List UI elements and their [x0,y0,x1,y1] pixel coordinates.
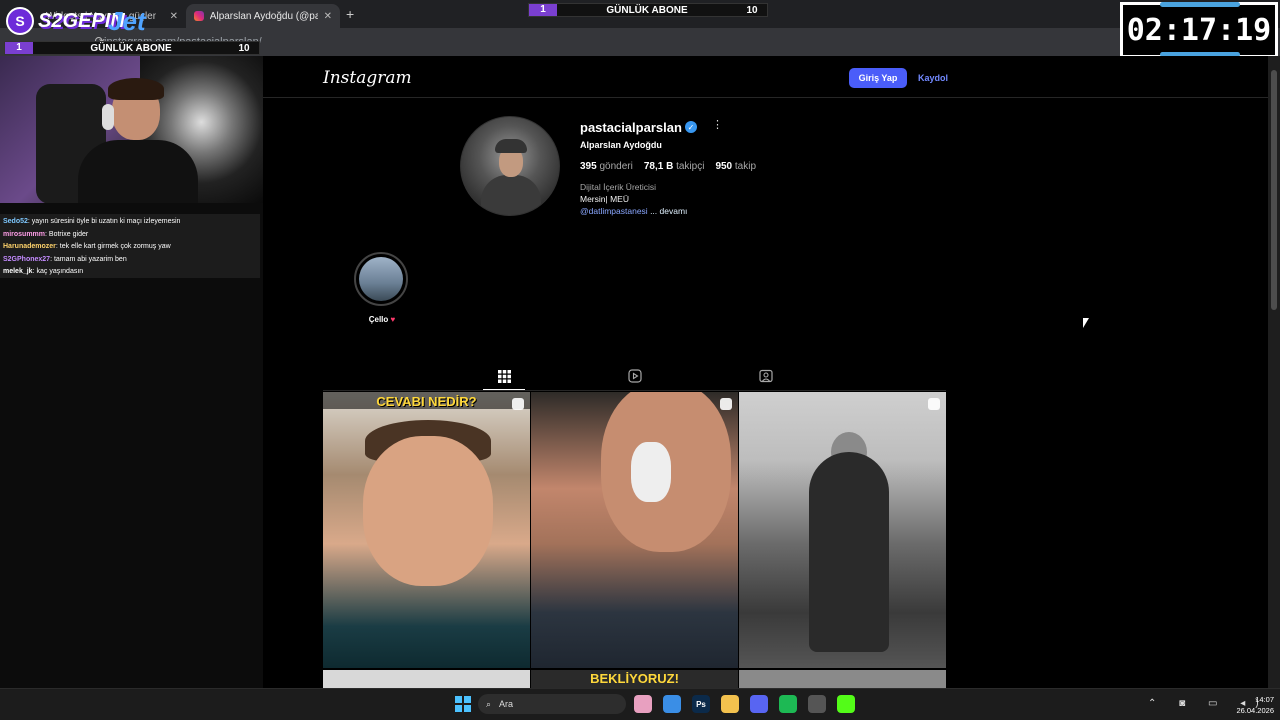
goal-count: 1 [529,4,557,16]
obs-icon[interactable] [808,695,826,713]
more-link[interactable]: ... devamı [648,206,687,216]
reel-icon [512,398,524,410]
chat-username: Harunademozer [3,243,56,250]
profile-bio: Mersin| MEÜ [580,194,629,204]
chat-text: : Botrixe gider [45,230,89,238]
goal-target: 10 [746,4,758,16]
instagram-logo[interactable]: Instagram [323,68,412,88]
headset-icon [102,104,114,130]
search-label: Ara [499,699,514,709]
active-tab-indicator [483,389,525,390]
reel-icon [928,398,940,410]
search-icon: ⌕ [486,698,492,709]
goal-title: GÜNLÜK ABONE [90,42,172,54]
chat-username: Sedo52 [3,218,28,225]
chat-username: melek_jk [3,268,33,275]
windows-start-icon[interactable] [455,696,471,712]
reel-icon [720,398,732,410]
close-icon[interactable]: ✕ [324,11,332,22]
post-thumbnail[interactable]: CEVABI NEDİR? [323,392,530,668]
discord-icon[interactable] [750,695,768,713]
highlight-label: Çello ♥ [368,315,396,324]
clock-time: 14:07 [1255,695,1274,704]
signup-link[interactable]: Kaydol [918,73,948,83]
scrollbar-thumb[interactable] [1271,70,1277,310]
paint-icon[interactable] [634,695,652,713]
post-thumbnail[interactable] [323,670,530,688]
chat-message: Harunademozer: tek elle kart girmek çok … [3,241,257,254]
goal-title: GÜNLÜK ABONE [606,4,688,16]
profile-avatar[interactable] [460,116,560,216]
posts-count: 395 gönderi [580,161,633,172]
kick-icon[interactable] [837,695,855,713]
taskbar-clock[interactable]: 14:07 26.04.2026 [1222,694,1274,716]
chat-text: : yayın süresini öyle bi uzatın ki maçı … [27,218,181,225]
post-caption: CEVABI NEDİR? [323,392,530,409]
following-count[interactable]: 950 takip [715,161,756,172]
chrome-icon[interactable] [663,695,681,713]
chat-message: S2GPhonex27: tamam abi yazarim ben [3,254,257,267]
goal-count: 1 [5,42,33,54]
streamer-body [78,140,198,203]
goal-target: 10 [238,42,250,54]
tab-instagram[interactable]: Alparslan Aydoğdu (@pastacialparslan) ✕ [186,4,340,28]
clock-date: 26.04.2026 [1236,706,1274,715]
more-options-icon[interactable]: ⋮ [712,118,723,131]
goal-bar-top: 1 GÜNLÜK ABONE 10 [528,3,768,17]
chat-text: : kaç yaşındasın [32,268,84,275]
taskbar-search[interactable]: ⌕ Ara [478,694,626,714]
chat-username: mirosummm [3,230,46,238]
tabs-divider [323,390,946,391]
webcam-feed [0,56,263,203]
chat-message: mirosummm: Botrixe gider [3,229,257,242]
streamer-hair [108,78,164,100]
story-highlight[interactable] [354,252,408,306]
jet-logo: Jet [108,6,146,36]
close-icon[interactable]: ✕ [170,11,178,22]
spotify-icon[interactable] [779,695,797,713]
new-tab-icon[interactable]: + [346,6,354,22]
tab-label: Alparslan Aydoğdu (@pastacialparslan) [209,10,318,22]
profile-category: Dijital İçerik Üreticisi [580,182,657,192]
instagram-favicon-icon [194,11,204,21]
login-button[interactable]: Giriş Yap [849,68,907,88]
stream-logo: S S2GEPIN [6,6,125,36]
grid-icon[interactable] [496,368,512,384]
reels-icon[interactable] [627,368,643,384]
profile-username: pastacialparslan [580,120,682,135]
chat-overlay: Sedo52: yayın süresini öyle bi uzatın ki… [0,214,260,278]
photoshop-icon[interactable]: Ps [692,695,710,713]
profile-stats: 395 gönderi 78,1 B takipçi 950 takip [580,161,756,172]
post-thumbnail[interactable] [739,392,946,668]
logo-badge: S [6,7,34,35]
timer-accent [1160,2,1240,7]
chat-username: S2GPhonex27 [3,255,51,263]
post-thumbnail[interactable] [739,670,946,688]
verified-icon: ✓ [685,121,697,133]
profile-link[interactable]: @datlimpastanesi ... devamı [580,206,687,216]
chat-text: : tek elle kart girmek çok zormuş yaw [55,243,171,250]
heart-icon: ♥ [390,315,396,324]
mention-link[interactable]: @datlimpastanesi [580,206,648,216]
instagram-header [263,56,1268,98]
post-thumbnail[interactable] [531,392,738,668]
folder-icon[interactable] [721,695,739,713]
tagged-icon[interactable] [758,368,774,384]
goal-bar-left: 1 GÜNLÜK ABONE 10 [4,41,260,55]
chat-text: : tamam abi yazarim ben [50,255,127,263]
chat-message: Sedo52: yayın süresini öyle bi uzatın ki… [3,216,257,229]
stream-timer: 02:17:19 [1120,2,1278,58]
chat-message: melek_jk: kaç yaşındasın [3,266,257,279]
mouse-cursor-icon [1083,318,1089,328]
followers-count[interactable]: 78,1 B takipçi [644,161,705,172]
post-thumbnail[interactable]: BEKLİYORUZ! [531,670,738,688]
profile-fullname: Alparslan Aydoğdu [580,140,662,150]
